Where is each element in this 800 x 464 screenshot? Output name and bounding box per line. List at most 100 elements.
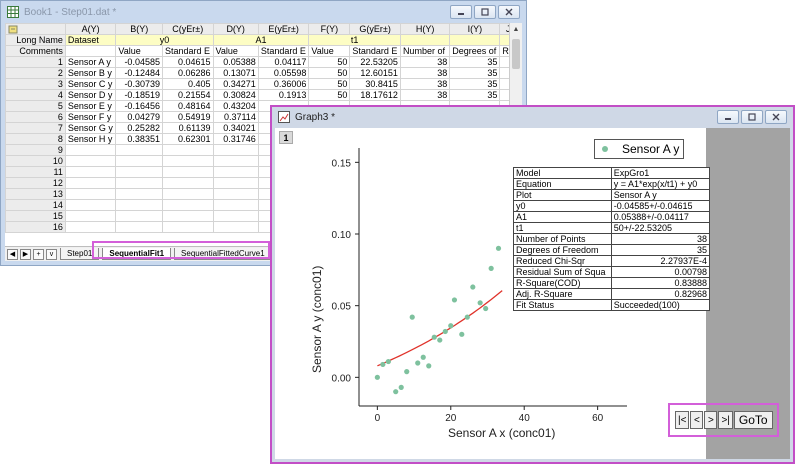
data-cell[interactable]: 30.8415 [349, 78, 401, 90]
data-cell[interactable] [212, 177, 259, 189]
data-cell[interactable] [64, 199, 117, 211]
restore-button[interactable] [741, 110, 763, 124]
comment-cell[interactable] [64, 45, 117, 57]
row-number[interactable]: 9 [5, 144, 66, 156]
data-cell[interactable]: 0.13071 [212, 67, 259, 79]
data-cell[interactable] [64, 155, 117, 167]
comment-cell[interactable]: Value [115, 45, 163, 57]
comments-row-label[interactable]: Comments [5, 45, 66, 57]
data-cell[interactable]: 50 [308, 56, 351, 68]
tab-prev-button[interactable]: ◀ [7, 248, 18, 260]
long-name-cell[interactable] [399, 34, 451, 46]
data-cell[interactable] [64, 221, 117, 233]
next-button[interactable]: > [704, 411, 718, 429]
data-cell[interactable] [212, 221, 259, 233]
data-cell[interactable]: 0.21554 [161, 89, 214, 101]
scroll-thumb[interactable] [512, 39, 520, 69]
data-cell[interactable]: 0.1913 [257, 89, 310, 101]
data-cell[interactable]: -0.12484 [115, 67, 163, 79]
data-cell[interactable]: Sensor D y [64, 89, 117, 101]
data-cell[interactable] [161, 166, 214, 178]
data-cell[interactable] [161, 155, 214, 167]
column-header[interactable]: F(Y) [308, 23, 351, 35]
comment-cell[interactable]: Number of [399, 45, 451, 57]
table-row[interactable]: 3 Sensor C y -0.30739 0.405 0.34271 0.36006 50… [5, 78, 522, 90]
column-header[interactable]: I(Y) [449, 23, 501, 35]
last-button[interactable]: >| [718, 411, 733, 429]
graph-page[interactable]: 1 0.00 0.05 0.10 0.15 0 20 40 60 Sensor A y (co… [275, 128, 790, 459]
comment-cell[interactable]: Standard E [257, 45, 310, 57]
data-cell[interactable] [115, 155, 163, 167]
row-number[interactable]: 5 [5, 100, 66, 112]
table-row[interactable]: 2 Sensor B y -0.12484 0.06286 0.13071 0.05598… [5, 67, 522, 79]
row-number[interactable]: 6 [5, 111, 66, 123]
data-cell[interactable] [161, 188, 214, 200]
graph-titlebar[interactable]: Graph3 * [272, 107, 793, 127]
data-cell[interactable]: 0.34271 [212, 78, 259, 90]
data-cell[interactable]: Sensor C y [64, 78, 117, 90]
column-header[interactable]: D(Y) [212, 23, 259, 35]
data-cell[interactable]: 38 [399, 78, 451, 90]
row-number[interactable]: 7 [5, 122, 66, 134]
data-cell[interactable]: 50 [308, 78, 351, 90]
data-cell[interactable] [161, 177, 214, 189]
column-header[interactable]: B(Y) [115, 23, 163, 35]
column-header[interactable]: C(yEr±) [161, 23, 214, 35]
data-cell[interactable] [161, 144, 214, 156]
tab-next-button[interactable]: ▶ [20, 248, 31, 260]
data-cell[interactable] [64, 144, 117, 156]
data-cell[interactable]: 0.61139 [161, 122, 214, 134]
data-cell[interactable]: 0.62301 [161, 133, 214, 145]
data-cell[interactable] [64, 188, 117, 200]
row-number[interactable]: 8 [5, 133, 66, 145]
data-cell[interactable]: 0.04615 [161, 56, 214, 68]
close-button[interactable] [498, 5, 520, 19]
data-cell[interactable]: 0.405 [161, 78, 214, 90]
row-number[interactable]: 4 [5, 89, 66, 101]
minimize-button[interactable] [450, 5, 472, 19]
data-cell[interactable] [115, 188, 163, 200]
comment-cell[interactable]: Degrees of [449, 45, 501, 57]
data-cell[interactable] [115, 166, 163, 178]
fit-results-table[interactable]: Model ExpGro1 Equation y = A1*exp(x/t1) + y… [513, 167, 711, 311]
comment-cell[interactable]: Standard E [349, 45, 401, 57]
goto-button[interactable]: GoTo [733, 411, 773, 429]
column-header[interactable]: E(yEr±) [257, 23, 310, 35]
long-name-cell[interactable]: y0 [115, 34, 214, 46]
comment-cell[interactable]: Value [308, 45, 351, 57]
long-name-cell[interactable]: t1 [308, 34, 401, 46]
data-cell[interactable]: 35 [449, 89, 501, 101]
close-button[interactable] [765, 110, 787, 124]
long-name-row-label[interactable]: Long Name [5, 34, 66, 46]
data-cell[interactable] [115, 199, 163, 211]
legend[interactable]: Sensor A y [594, 139, 684, 159]
data-cell[interactable] [161, 199, 214, 211]
sheet-list-button[interactable]: v [46, 248, 57, 260]
data-cell[interactable]: 38 [399, 56, 451, 68]
data-cell[interactable]: 35 [449, 67, 501, 79]
data-cell[interactable] [212, 144, 259, 156]
row-number[interactable]: 2 [5, 67, 66, 79]
data-cell[interactable] [212, 166, 259, 178]
column-header[interactable]: A(Y) [64, 23, 117, 35]
x-axis-title[interactable]: Sensor A x (conc01) [448, 426, 555, 440]
data-cell[interactable]: Sensor E y [64, 100, 117, 112]
comment-cell[interactable]: Standard E [161, 45, 214, 57]
row-number[interactable]: 3 [5, 78, 66, 90]
data-cell[interactable]: Sensor B y [64, 67, 117, 79]
data-cell[interactable]: 0.48164 [161, 100, 214, 112]
data-cell[interactable] [212, 210, 259, 222]
data-cell[interactable]: Sensor G y [64, 122, 117, 134]
data-cell[interactable]: 0.38351 [115, 133, 163, 145]
column-header[interactable]: G(yEr±) [349, 23, 401, 35]
table-row[interactable]: 1 Sensor A y -0.04585 0.04615 0.05388 0.04117… [5, 56, 522, 68]
table-row[interactable]: 4 Sensor D y -0.18519 0.21554 0.30824 0.1913 5… [5, 89, 522, 101]
y-axis-title[interactable]: Sensor A y (conc01) [310, 266, 324, 373]
data-cell[interactable]: 35 [449, 78, 501, 90]
row-number[interactable]: 12 [5, 177, 66, 189]
data-cell[interactable]: 22.53205 [349, 56, 401, 68]
data-cell[interactable]: 38 [399, 67, 451, 79]
data-cell[interactable] [115, 177, 163, 189]
data-cell[interactable]: -0.04585 [115, 56, 163, 68]
data-cell[interactable]: 50 [308, 89, 351, 101]
